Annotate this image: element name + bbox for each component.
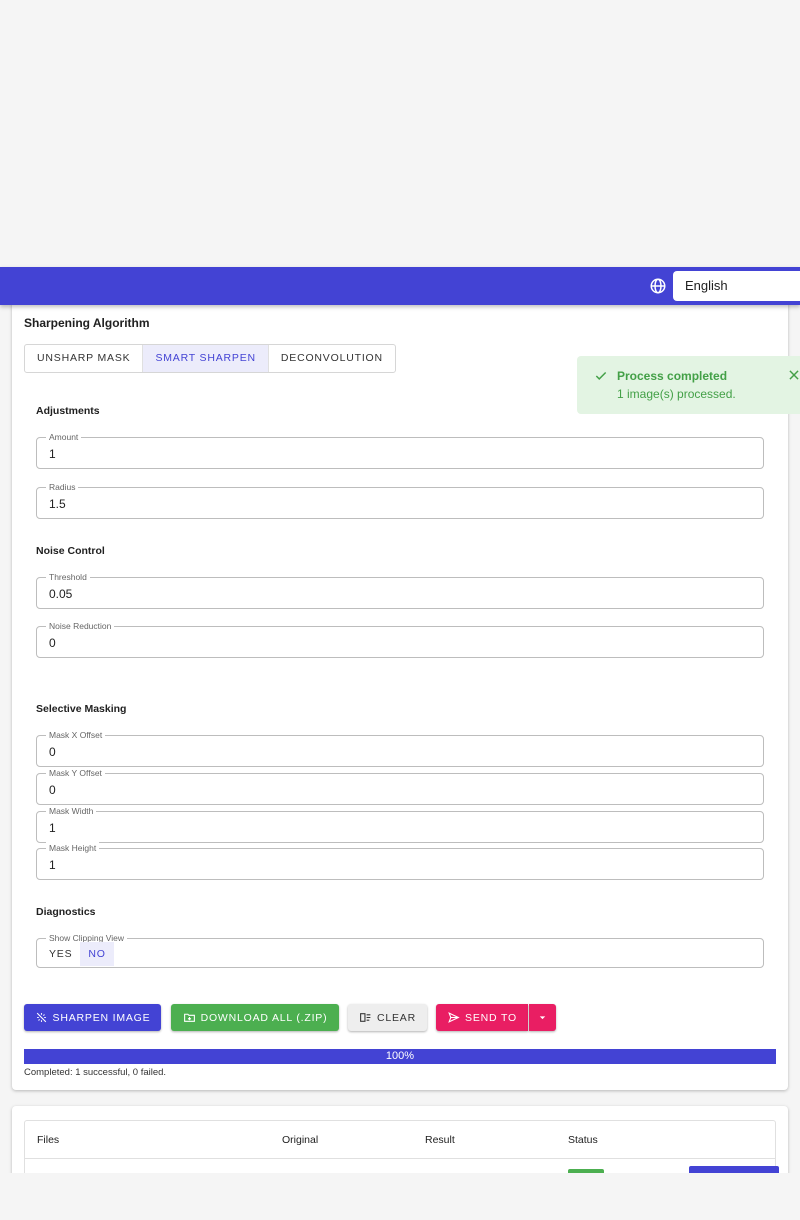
amount-value[interactable]: 1 xyxy=(49,447,56,461)
threshold-field[interactable]: Threshold 0.05 xyxy=(36,571,764,609)
send-to-dropdown-button[interactable] xyxy=(529,1004,556,1031)
clear-label: CLEAR xyxy=(376,1011,416,1024)
sharpen-image-button[interactable]: SHARPEN IMAGE xyxy=(24,1004,161,1031)
send-icon xyxy=(448,1012,460,1023)
tab-deconvolution[interactable]: DECONVOLUTION xyxy=(269,345,395,372)
sharpening-algorithm-title: Sharpening Algorithm xyxy=(24,316,150,330)
threshold-value[interactable]: 0.05 xyxy=(49,587,72,601)
close-icon[interactable] xyxy=(787,368,800,382)
mask-width-field[interactable]: Mask Width 1 xyxy=(36,805,764,843)
tab-unsharp-mask[interactable]: UNSHARP MASK xyxy=(25,345,144,372)
column-original: Original xyxy=(282,1134,319,1146)
diagnostics-title: Diagnostics xyxy=(36,906,96,918)
language-select[interactable]: English xyxy=(673,271,800,301)
mask-x-offset-field[interactable]: Mask X Offset 0 xyxy=(36,729,764,767)
selective-masking-title: Selective Masking xyxy=(36,703,127,715)
noise-reduction-value[interactable]: 0 xyxy=(49,636,56,650)
column-status: Status xyxy=(568,1134,598,1146)
mask-y-offset-field[interactable]: Mask Y Offset 0 xyxy=(36,767,764,805)
sharpen-image-label: SHARPEN IMAGE xyxy=(52,1011,151,1024)
caret-down-icon xyxy=(539,1016,546,1020)
clear-button[interactable]: CLEAR xyxy=(348,1004,427,1031)
algorithm-tabs: UNSHARP MASK SMART SHARPEN DECONVOLUTION xyxy=(24,344,396,373)
adjustments-title: Adjustments xyxy=(36,405,100,417)
send-to-button[interactable]: SEND TO xyxy=(436,1004,528,1031)
viewport-cutoff xyxy=(0,1173,800,1220)
check-icon xyxy=(595,371,607,380)
amount-label: Amount xyxy=(46,431,82,443)
clipping-view-toggle: YES NO xyxy=(41,942,114,966)
globe-icon[interactable] xyxy=(649,277,667,295)
progress-percent: 100% xyxy=(385,1050,415,1062)
download-all-button[interactable]: DOWNLOAD ALL (.ZIP) xyxy=(171,1004,339,1031)
mask-x-offset-label: Mask X Offset xyxy=(46,729,106,741)
mask-width-value[interactable]: 1 xyxy=(49,821,56,835)
noise-reduction-field[interactable]: Noise Reduction 0 xyxy=(36,620,764,658)
mask-height-value[interactable]: 1 xyxy=(49,858,56,872)
process-completed-toast: Process completed 1 image(s) processed. xyxy=(577,356,800,414)
mask-width-label: Mask Width xyxy=(46,805,97,817)
mask-height-label: Mask Height xyxy=(46,842,100,854)
table-header-divider xyxy=(25,1158,775,1159)
settings-card: Sharpening Algorithm UNSHARP MASK SMART … xyxy=(12,300,788,1090)
progress-summary: Completed: 1 successful, 0 failed. xyxy=(24,1067,167,1078)
noise-reduction-label: Noise Reduction xyxy=(46,620,115,632)
radius-field[interactable]: Radius 1.5 xyxy=(36,481,764,519)
radius-label: Radius xyxy=(46,481,79,493)
toast-title: Process completed xyxy=(617,369,728,383)
noise-control-title: Noise Control xyxy=(36,545,105,557)
radius-value[interactable]: 1.5 xyxy=(49,497,66,511)
column-result: Result xyxy=(425,1134,455,1146)
send-to-label: SEND TO xyxy=(465,1011,517,1024)
clipping-yes-toggle[interactable]: YES xyxy=(41,942,80,966)
toast-message: 1 image(s) processed. xyxy=(617,387,736,401)
folder-download-icon xyxy=(183,1013,195,1022)
tab-smart-sharpen[interactable]: SMART SHARPEN xyxy=(143,345,269,372)
clipping-view-field: Show Clipping View YES NO xyxy=(36,932,764,968)
mask-x-offset-value[interactable]: 0 xyxy=(49,745,56,759)
sharpen-icon xyxy=(36,1012,46,1023)
threshold-label: Threshold xyxy=(46,571,90,583)
top-app-bar: English xyxy=(0,267,800,305)
progress-bar: 100% xyxy=(24,1049,776,1064)
mask-y-offset-label: Mask Y Offset xyxy=(46,767,105,779)
download-all-label: DOWNLOAD ALL (.ZIP) xyxy=(200,1011,328,1024)
amount-field[interactable]: Amount 1 xyxy=(36,431,764,469)
clear-icon xyxy=(360,1013,371,1022)
clipping-no-toggle[interactable]: NO xyxy=(80,942,114,966)
mask-y-offset-value[interactable]: 0 xyxy=(49,783,56,797)
column-files: Files xyxy=(37,1134,60,1146)
mask-height-field[interactable]: Mask Height 1 xyxy=(36,842,764,880)
